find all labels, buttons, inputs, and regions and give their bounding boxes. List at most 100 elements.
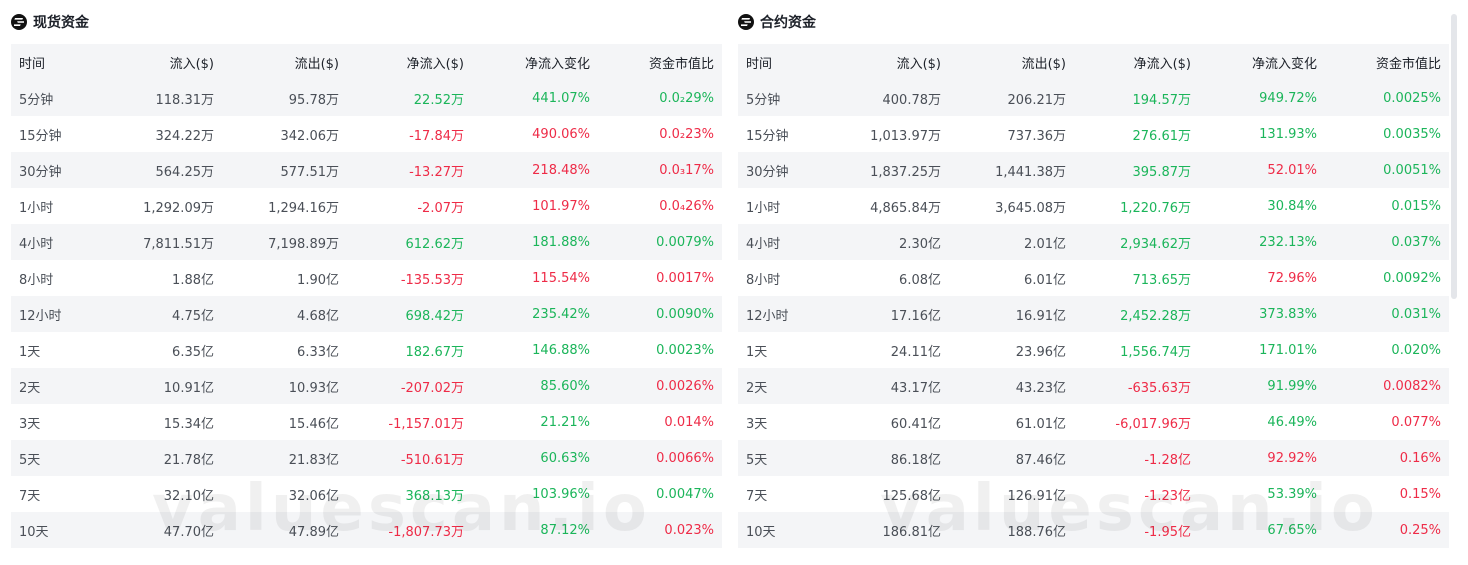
inflow-cell: 125.68亿 bbox=[882, 488, 942, 504]
net-inflow-cell: -1.95亿 bbox=[1144, 524, 1191, 540]
market-cap-ratio-cell: 0.0₄26% bbox=[659, 198, 714, 214]
spot-funds-header: 现货资金 bbox=[11, 0, 722, 44]
table-row: 1天 24.11亿 23.96亿 1,556.74万 171.01% 0.020% bbox=[738, 332, 1449, 368]
table-row: 15分钟 1,013.97万 737.36万 276.61万 131.93% 0.0035… bbox=[738, 116, 1449, 152]
inflow-cell: 17.16亿 bbox=[890, 308, 941, 324]
table-row: 5分钟 118.31万 95.78万 22.52万 441.07% 0.0₂29% bbox=[11, 80, 722, 116]
net-inflow-cell: 713.65万 bbox=[1132, 272, 1192, 288]
scrollbar[interactable] bbox=[1451, 14, 1457, 299]
net-change-cell: 91.99% bbox=[1267, 378, 1317, 394]
period-cell: 1小时 bbox=[746, 200, 781, 216]
table-row: 5天 86.18亿 87.46亿 -1.28亿 92.92% 0.16% bbox=[738, 440, 1449, 476]
net-change-cell: 181.88% bbox=[532, 234, 590, 250]
period-cell: 8小时 bbox=[746, 272, 781, 288]
table-row: 5天 21.78亿 21.83亿 -510.61万 60.63% 0.0066% bbox=[11, 440, 722, 476]
inflow-cell: 2.30亿 bbox=[899, 236, 941, 252]
table-row: 15分钟 324.22万 342.06万 -17.84万 490.06% 0.0₂23% bbox=[11, 116, 722, 152]
period-cell: 5分钟 bbox=[746, 92, 781, 108]
net-change-cell: 373.83% bbox=[1259, 306, 1317, 322]
market-cap-ratio-cell: 0.023% bbox=[664, 522, 714, 538]
period-cell: 1小时 bbox=[19, 200, 54, 216]
outflow-cell: 7,198.89万 bbox=[268, 236, 339, 252]
table-row: 2天 10.91亿 10.93亿 -207.02万 85.60% 0.0026% bbox=[11, 368, 722, 404]
outflow-cell: 188.76亿 bbox=[1007, 524, 1067, 540]
net-change-cell: 30.84% bbox=[1267, 198, 1317, 214]
spot-table-body: 5分钟 118.31万 95.78万 22.52万 441.07% 0.0₂29% 15分钟… bbox=[11, 80, 722, 548]
spot-funds-title: 现货资金 bbox=[33, 15, 89, 31]
net-inflow-cell: -135.53万 bbox=[400, 272, 464, 288]
inflow-cell: 564.25万 bbox=[155, 164, 215, 180]
inflow-cell: 6.08亿 bbox=[899, 272, 941, 288]
period-cell: 3天 bbox=[19, 416, 41, 432]
market-cap-ratio-cell: 0.077% bbox=[1391, 414, 1441, 430]
net-change-cell: 218.48% bbox=[532, 162, 590, 178]
period-cell: 2天 bbox=[19, 380, 41, 396]
net-inflow-cell: -1.23亿 bbox=[1144, 488, 1191, 504]
outflow-cell: 10.93亿 bbox=[288, 380, 339, 396]
column-header-time: 时间 bbox=[19, 56, 46, 72]
period-cell: 5分钟 bbox=[19, 92, 54, 108]
column-header-net-change: 净流入变化 bbox=[1251, 56, 1317, 72]
net-change-cell: 131.93% bbox=[1259, 126, 1317, 142]
outflow-cell: 32.06亿 bbox=[288, 488, 339, 504]
futures-funds-panel: 合约资金 时间 流入($) 流出($) 净流入($) 净流入变化 资金市值比 5… bbox=[738, 0, 1449, 548]
table-row: 30分钟 564.25万 577.51万 -13.27万 218.48% 0.0₃17% bbox=[11, 152, 722, 188]
column-header-market-cap-ratio: 资金市值比 bbox=[648, 56, 714, 72]
column-header-outflow: 流出($) bbox=[1021, 56, 1066, 72]
outflow-cell: 126.91亿 bbox=[1007, 488, 1067, 504]
market-cap-ratio-cell: 0.0079% bbox=[656, 234, 714, 250]
net-change-cell: 53.39% bbox=[1267, 486, 1317, 502]
table-row: 1小时 4,865.84万 3,645.08万 1,220.76万 30.84% 0.01… bbox=[738, 188, 1449, 224]
outflow-cell: 577.51万 bbox=[280, 164, 340, 180]
net-change-cell: 72.96% bbox=[1267, 270, 1317, 286]
market-cap-ratio-cell: 0.15% bbox=[1399, 486, 1441, 502]
period-cell: 7天 bbox=[746, 488, 768, 504]
net-change-cell: 146.88% bbox=[532, 342, 590, 358]
table-header-row: 时间 流入($) 流出($) 净流入($) 净流入变化 资金市值比 bbox=[738, 44, 1449, 80]
net-inflow-cell: -1.28亿 bbox=[1144, 452, 1191, 468]
futures-funds-table: 时间 流入($) 流出($) 净流入($) 净流入变化 资金市值比 5分钟 400… bbox=[738, 44, 1449, 548]
net-inflow-cell: -6,017.96万 bbox=[1115, 416, 1191, 432]
net-inflow-cell: -207.02万 bbox=[400, 380, 464, 396]
period-cell: 4小时 bbox=[19, 236, 54, 252]
market-cap-ratio-cell: 0.037% bbox=[1391, 234, 1441, 250]
period-cell: 3天 bbox=[746, 416, 768, 432]
net-inflow-cell: 2,452.28万 bbox=[1120, 308, 1191, 324]
inflow-cell: 6.35亿 bbox=[172, 344, 214, 360]
inflow-cell: 186.81亿 bbox=[882, 524, 942, 540]
market-cap-ratio-cell: 0.0082% bbox=[1383, 378, 1441, 394]
column-header-market-cap-ratio: 资金市值比 bbox=[1375, 56, 1441, 72]
market-cap-ratio-cell: 0.0092% bbox=[1383, 270, 1441, 286]
net-inflow-cell: -635.63万 bbox=[1127, 380, 1191, 396]
net-inflow-cell: -1,807.73万 bbox=[388, 524, 464, 540]
net-change-cell: 67.65% bbox=[1267, 522, 1317, 538]
table-row: 7天 125.68亿 126.91亿 -1.23亿 53.39% 0.15% bbox=[738, 476, 1449, 512]
column-header-inflow: 流入($) bbox=[169, 56, 214, 72]
outflow-cell: 1.90亿 bbox=[297, 272, 339, 288]
table-header-row: 时间 流入($) 流出($) 净流入($) 净流入变化 资金市值比 bbox=[11, 44, 722, 80]
table-row: 2天 43.17亿 43.23亿 -635.63万 91.99% 0.0082% bbox=[738, 368, 1449, 404]
inflow-cell: 4,865.84万 bbox=[870, 200, 941, 216]
net-inflow-cell: -2.07万 bbox=[417, 200, 464, 216]
column-header-net-inflow: 净流入($) bbox=[1133, 56, 1191, 72]
net-inflow-cell: 1,556.74万 bbox=[1120, 344, 1191, 360]
period-cell: 10天 bbox=[746, 524, 776, 540]
market-cap-ratio-cell: 0.0₃17% bbox=[659, 162, 714, 178]
spot-funds-panel: 现货资金 时间 流入($) 流出($) 净流入($) 净流入变化 资金市值比 5… bbox=[11, 0, 722, 548]
net-inflow-cell: 182.67万 bbox=[405, 344, 465, 360]
period-cell: 30分钟 bbox=[19, 164, 62, 180]
net-change-cell: 21.21% bbox=[540, 414, 590, 430]
futures-funds-header: 合约资金 bbox=[738, 0, 1449, 44]
outflow-cell: 87.46亿 bbox=[1015, 452, 1066, 468]
net-inflow-cell: 194.57万 bbox=[1132, 92, 1192, 108]
period-cell: 15分钟 bbox=[746, 128, 789, 144]
table-row: 12小时 4.75亿 4.68亿 698.42万 235.42% 0.0090% bbox=[11, 296, 722, 332]
outflow-cell: 15.46亿 bbox=[288, 416, 339, 432]
spot-funds-table: 时间 流入($) 流出($) 净流入($) 净流入变化 资金市值比 5分钟 118… bbox=[11, 44, 722, 548]
net-inflow-cell: 612.62万 bbox=[405, 236, 465, 252]
table-row: 7天 32.10亿 32.06亿 368.13万 103.96% 0.0047% bbox=[11, 476, 722, 512]
market-cap-ratio-cell: 0.015% bbox=[1391, 198, 1441, 214]
period-cell: 10天 bbox=[19, 524, 49, 540]
inflow-cell: 60.41亿 bbox=[890, 416, 941, 432]
outflow-cell: 16.91亿 bbox=[1015, 308, 1066, 324]
